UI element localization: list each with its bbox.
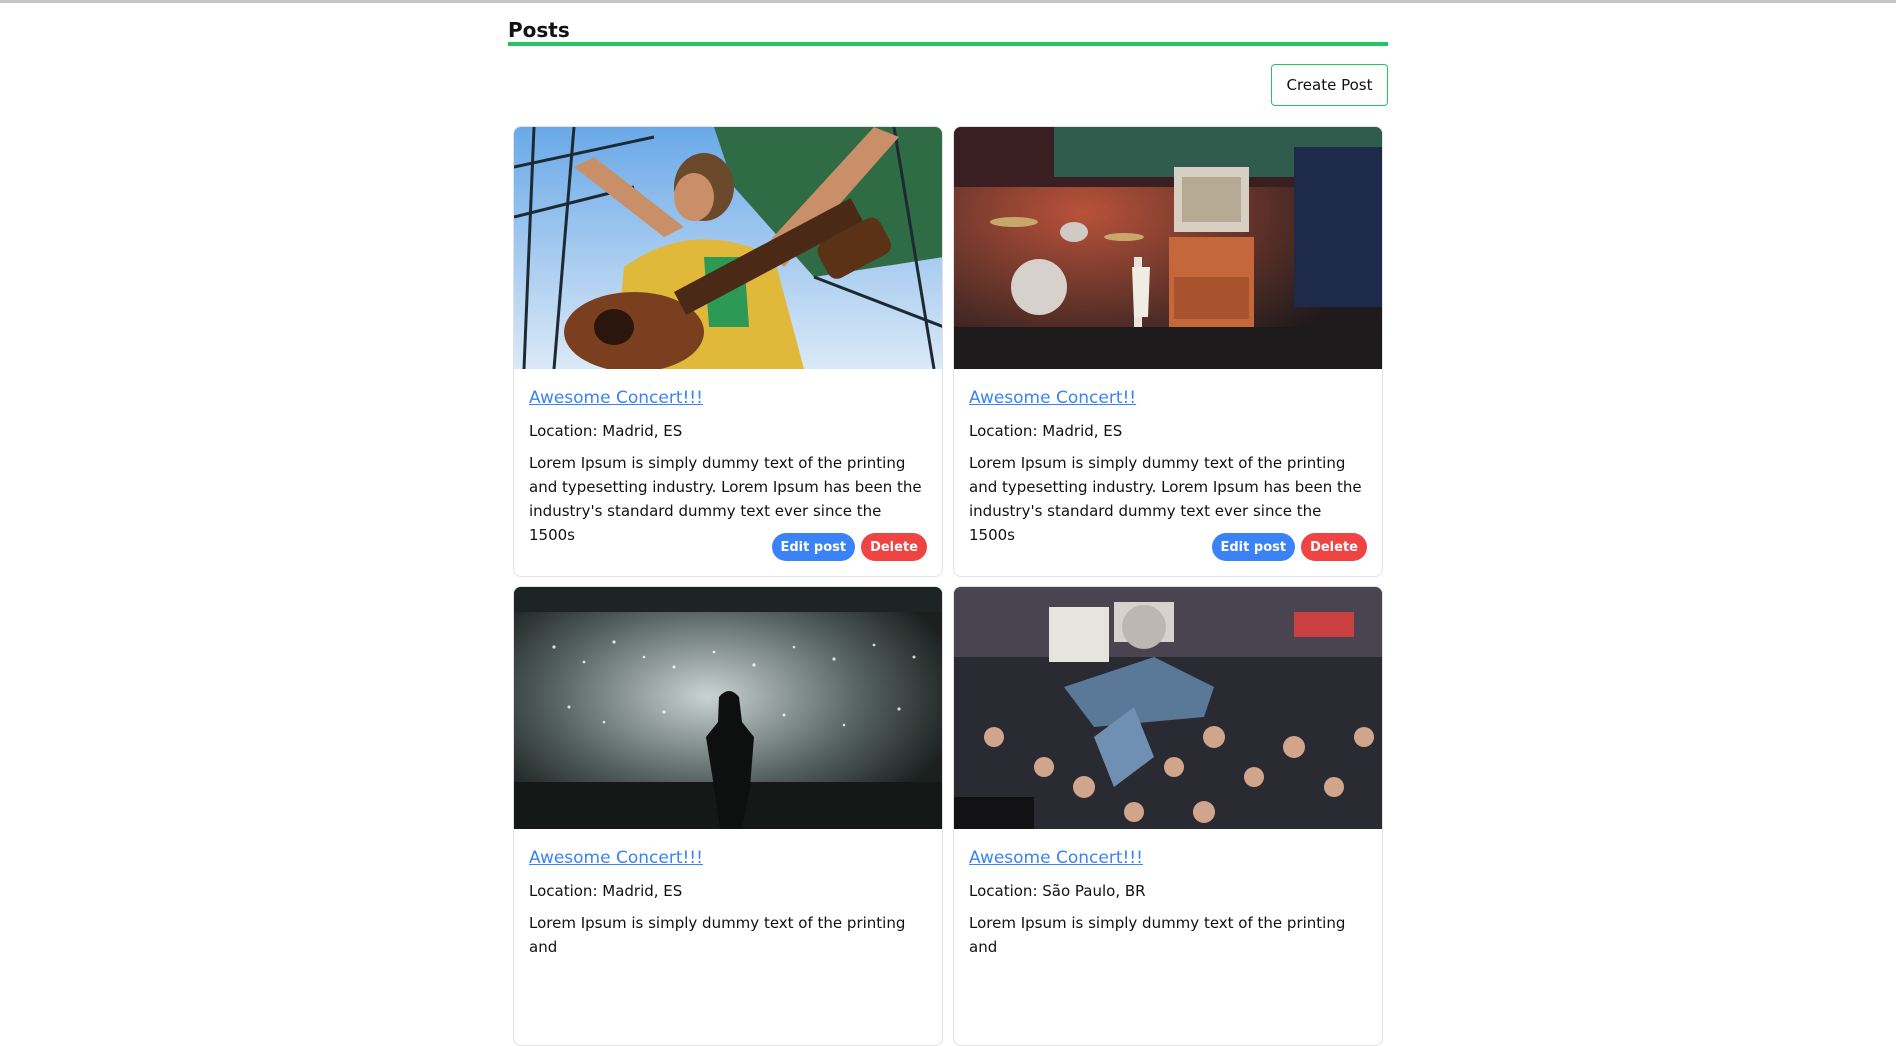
post-location: Location: São Paulo, BR [969,882,1146,900]
post-body: Awesome Concert!!! Location: Madrid, ES … [529,387,929,547]
delete-post-button[interactable]: Delete [1301,533,1367,561]
post-card: Awesome Concert!!! Location: Madrid, ES … [513,126,943,577]
post-card: Awesome Concert!! Location: Madrid, ES L… [953,126,1383,577]
post-body: Awesome Concert!!! Location: Madrid, ES … [529,847,929,959]
post-body: Awesome Concert!! Location: Madrid, ES L… [969,387,1369,547]
post-image [514,587,942,829]
title-divider [508,42,1388,46]
create-post-button[interactable]: Create Post [1271,64,1388,106]
edit-post-button[interactable]: Edit post [771,533,856,561]
post-body: Awesome Concert!!! Location: São Paulo, … [969,847,1369,959]
post-image [954,127,1382,369]
post-title-link[interactable]: Awesome Concert!! [969,387,1369,409]
post-card: Awesome Concert!!! Location: São Paulo, … [953,586,1383,1046]
delete-post-button[interactable]: Delete [861,533,927,561]
post-title-link[interactable]: Awesome Concert!!! [529,847,929,869]
post-title-link[interactable]: Awesome Concert!!! [529,387,929,409]
post-card: Awesome Concert!!! Location: Madrid, ES … [513,586,943,1046]
post-location: Location: Madrid, ES [969,422,1123,440]
browser-top-border [0,0,1896,3]
post-image [954,587,1382,829]
post-actions: Edit post Delete [771,533,927,561]
post-description: Lorem Ipsum is simply dummy text of the … [529,914,906,956]
edit-post-button[interactable]: Edit post [1211,533,1296,561]
post-actions: Edit post Delete [1211,533,1367,561]
post-location: Location: Madrid, ES [529,422,683,440]
page-title: Posts [508,18,570,42]
post-description: Lorem Ipsum is simply dummy text of the … [969,914,1346,956]
post-location: Location: Madrid, ES [529,882,683,900]
post-image [514,127,942,369]
post-title-link[interactable]: Awesome Concert!!! [969,847,1369,869]
